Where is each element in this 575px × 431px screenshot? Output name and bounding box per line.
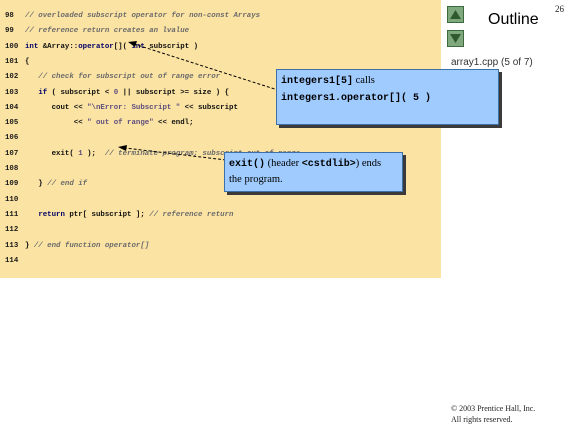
callout-2-text-2: the program. — [229, 174, 283, 185]
callout-2-line-1: exit() (header <cstdlib>) ends — [229, 158, 381, 170]
copyright-notice: © 2003 Prentice Hall, Inc. All rights re… — [451, 403, 535, 425]
copyright-line-2: All rights reserved. — [451, 415, 513, 424]
callout-2-code-b: <cstdlib> — [301, 159, 356, 170]
callout-box-2: exit() (header <cstdlib>) ends the progr… — [224, 152, 403, 192]
callout-2-arrowhead — [118, 145, 127, 151]
callout-1-arrowhead — [128, 41, 137, 47]
copyright-line-1: © 2003 Prentice Hall, Inc. — [451, 404, 536, 413]
nav-up-button[interactable] — [447, 6, 464, 23]
outline-title: Outline — [488, 11, 539, 28]
callout-1-text: calls — [353, 75, 375, 86]
callout-2-text-c: ) ends — [355, 158, 382, 169]
callout-2-text-a: (header — [265, 158, 302, 169]
nav-down-button[interactable] — [447, 30, 464, 47]
triangle-down-icon — [450, 34, 461, 43]
callout-2-code: exit() — [229, 159, 266, 170]
callout-1-line-2: integers1.operator[]( 5 ) — [281, 92, 431, 104]
slide-number: 26 — [555, 4, 564, 14]
callout-1-line-1: integers1[5] calls — [281, 75, 375, 87]
callout-2-arrow — [124, 147, 227, 161]
file-label: array1.cpp (5 of 7) — [451, 57, 533, 68]
callout-1-code-2: integers1.operator[]( 5 ) — [281, 93, 432, 104]
triangle-up-icon — [450, 10, 461, 19]
callout-1-code: integers1[5] — [281, 76, 354, 87]
callout-1-arrow — [133, 43, 285, 93]
callout-box-1: integers1[5] calls integers1.operator[](… — [276, 69, 499, 125]
callout-2-line-2: the program. — [229, 174, 283, 185]
